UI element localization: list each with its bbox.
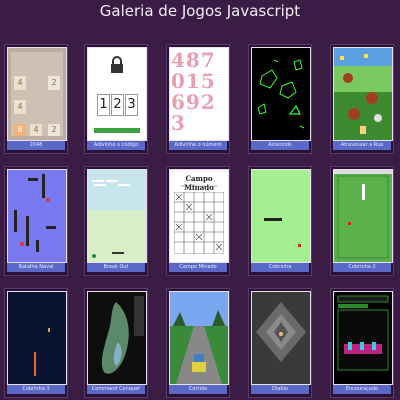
thumbnail-encouracado[interactable] xyxy=(333,291,393,385)
game-card-corrida[interactable]: Corrida xyxy=(166,288,230,398)
game-card-adivinhe-numero[interactable]: 4870156923 Adivinhe o número xyxy=(166,44,230,154)
cobrinha-scene xyxy=(264,218,301,247)
asteroids-scene xyxy=(257,59,305,129)
game-link-corrida[interactable]: Corrida xyxy=(169,385,227,394)
lock-icon xyxy=(111,56,123,73)
batalha-naval-scene xyxy=(14,174,56,252)
encouracado-scene xyxy=(337,295,389,371)
thumbnail-cobrinha-2[interactable] xyxy=(333,169,393,263)
thumbnail-campo-minado[interactable]: Campo Minado Vire o mouse para jogar xyxy=(169,169,229,263)
digit: 1 xyxy=(97,94,110,116)
atravessar-rua-scene xyxy=(334,48,392,140)
submit-bar xyxy=(94,128,140,133)
game-card-campo-minado[interactable]: Campo Minado Vire o mouse para jogar Cam… xyxy=(166,166,230,276)
game-card-batalha-naval[interactable]: Batalha Naval xyxy=(4,166,68,276)
game-card-cobrinha-3[interactable]: Cobrinha 3 xyxy=(4,288,68,398)
thumbnail-command-conquer[interactable] xyxy=(87,291,147,385)
thumbnail-adivinhe-numero[interactable]: 4870156923 xyxy=(169,47,229,141)
thumbnail-asteroids[interactable] xyxy=(251,47,311,141)
game-card-asteroids[interactable]: Asteroids xyxy=(248,44,312,154)
game-card-diablo[interactable]: Diablo xyxy=(248,288,312,398)
tile: 2 xyxy=(48,124,60,136)
cobrinha-2-scene xyxy=(334,170,392,259)
game-link-encouracado[interactable]: Encouraçado xyxy=(333,385,391,394)
game-link-cobrinha-2[interactable]: Cobrinha 2 xyxy=(333,263,391,272)
game-link-campo-minado[interactable]: Campo Minado xyxy=(169,263,227,272)
game-link-command-conquer[interactable]: Command Conquer xyxy=(87,385,145,394)
command-conquer-scene xyxy=(88,292,146,384)
game-link-2048[interactable]: 2048 xyxy=(7,141,65,150)
game-card-break-out[interactable]: Break Out xyxy=(84,166,148,276)
thumbnail-diablo[interactable] xyxy=(251,291,311,385)
thumbnail-cobrinha-3[interactable] xyxy=(7,291,67,385)
break-out-scene xyxy=(88,170,146,262)
game-card-encouracado[interactable]: Encouraçado xyxy=(330,288,394,398)
thumbnail-atravessar-rua[interactable] xyxy=(333,47,393,141)
campo-minado-subtitle: Vire o mouse para jogar xyxy=(180,184,217,188)
colorful-numbers: 4870156923 xyxy=(171,48,216,135)
tile: 4 xyxy=(14,76,26,90)
tile: 4 xyxy=(30,124,42,136)
game-card-adivinhe-codigo[interactable]: 1 2 3 Adivinhe o código xyxy=(84,44,148,154)
game-card-2048[interactable]: 4 2 4 8 4 2 2048 xyxy=(4,44,68,154)
game-link-adivinhe-numero[interactable]: Adivinhe o número xyxy=(169,141,227,150)
cobrinha-3-scene xyxy=(34,328,50,376)
game-link-cobrinha[interactable]: Cobrinha xyxy=(251,263,309,272)
game-link-cobrinha-3[interactable]: Cobrinha 3 xyxy=(7,385,65,394)
thumbnail-2048[interactable]: 4 2 4 8 4 2 xyxy=(7,47,67,141)
game-link-diablo[interactable]: Diablo xyxy=(251,385,309,394)
game-link-atravessar-rua[interactable]: Atravessar a Rua xyxy=(333,141,391,150)
game-card-cobrinha[interactable]: Cobrinha xyxy=(248,166,312,276)
game-link-break-out[interactable]: Break Out xyxy=(87,263,145,272)
tile: 8 xyxy=(14,124,26,136)
game-link-asteroids[interactable]: Asteroids xyxy=(251,141,309,150)
corrida-scene xyxy=(170,292,228,384)
game-card-atravessar-rua[interactable]: Atravessar a Rua xyxy=(330,44,394,154)
game-card-cobrinha-2[interactable]: Cobrinha 2 xyxy=(330,166,394,276)
campo-minado-heading: Campo Minado xyxy=(184,174,214,192)
diablo-scene xyxy=(252,292,310,384)
digit: 2 xyxy=(111,94,124,116)
tile: 4 xyxy=(14,100,26,114)
thumbnail-corrida[interactable] xyxy=(169,291,229,385)
game-link-batalha-naval[interactable]: Batalha Naval xyxy=(7,263,65,272)
game-link-adivinhe-codigo[interactable]: Adivinhe o código xyxy=(87,141,145,150)
thumbnail-batalha-naval[interactable] xyxy=(7,169,67,263)
digit: 3 xyxy=(125,94,138,116)
tile: 2 xyxy=(48,76,60,90)
page-title: Galeria de Jogos Javascript xyxy=(99,2,301,20)
thumbnail-cobrinha[interactable] xyxy=(251,169,311,263)
thumbnail-adivinhe-codigo[interactable]: 1 2 3 xyxy=(87,47,147,141)
thumbnail-break-out[interactable] xyxy=(87,169,147,263)
minefield-grid xyxy=(174,192,224,254)
game-card-command-conquer[interactable]: Command Conquer xyxy=(84,288,148,398)
